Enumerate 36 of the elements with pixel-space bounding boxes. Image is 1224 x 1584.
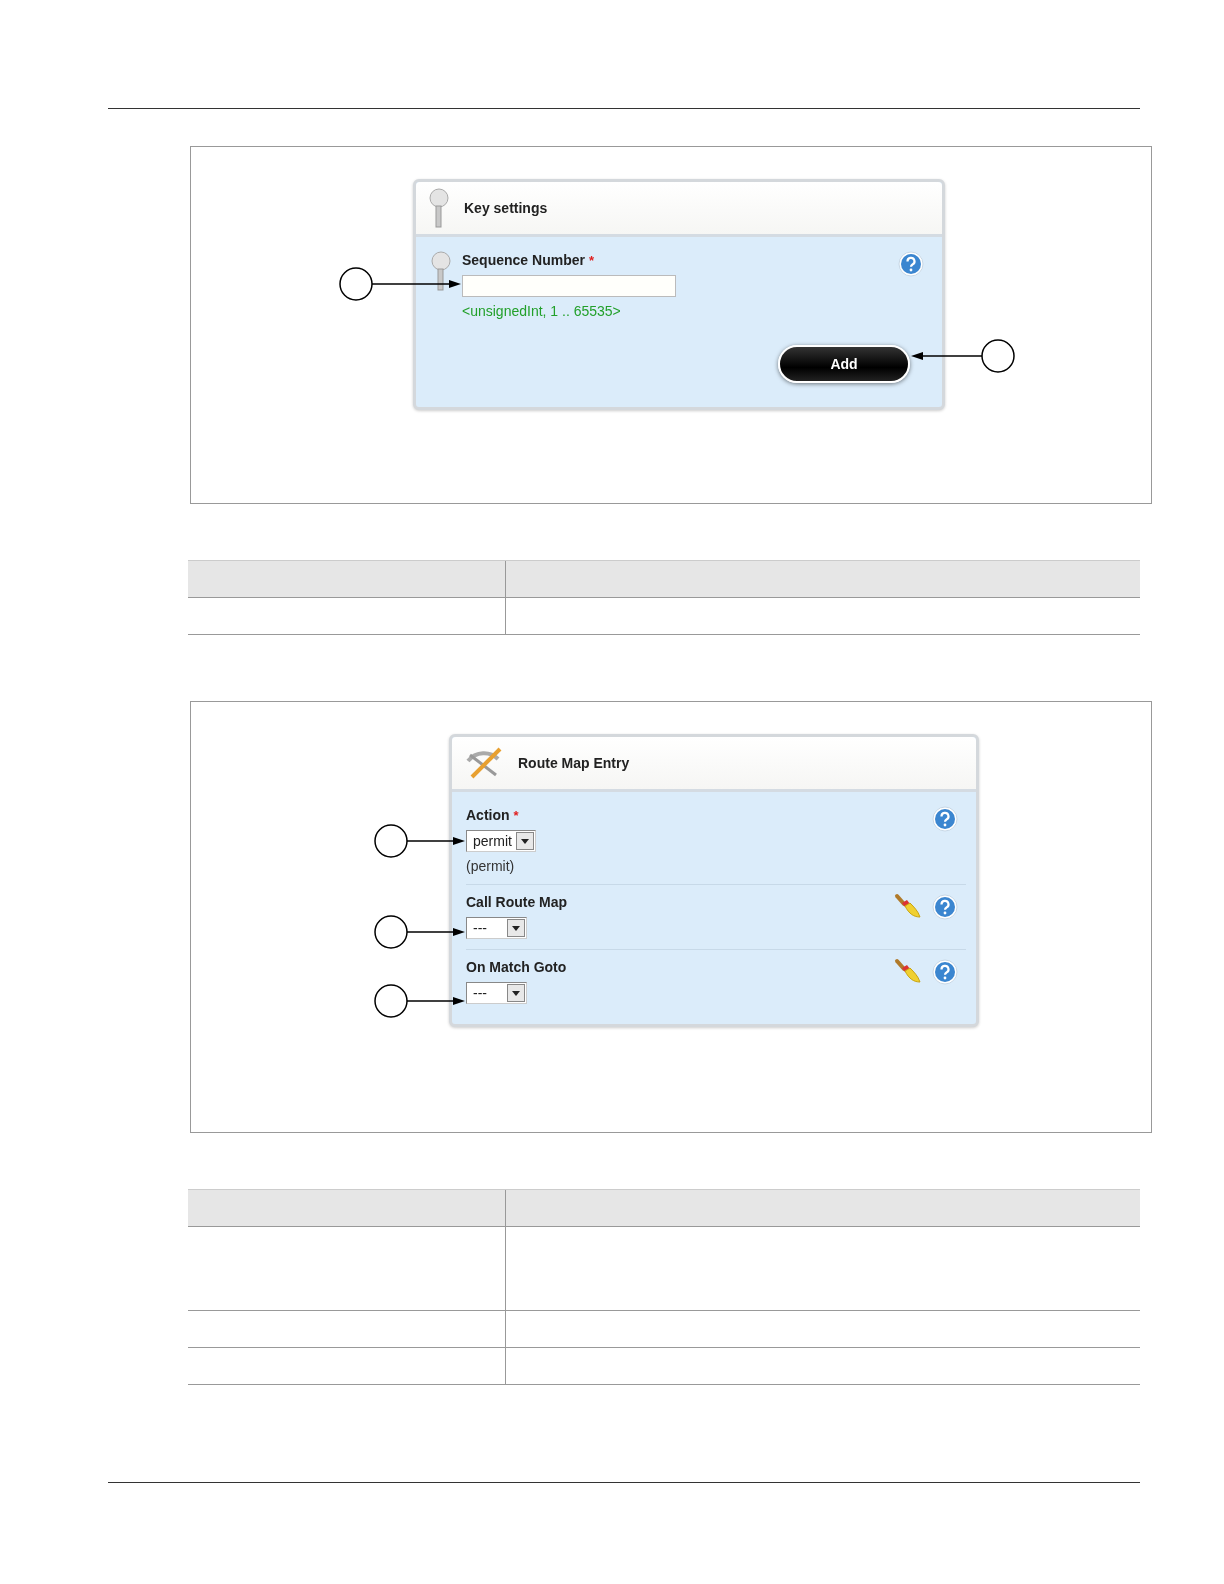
- callout-circle: [339, 267, 373, 301]
- input-field[interactable]: [462, 275, 676, 297]
- help-icon[interactable]: [932, 806, 958, 832]
- caret-icon: [512, 925, 520, 931]
- help-icon[interactable]: [932, 959, 958, 985]
- panel-title: Route Map Entry: [518, 755, 630, 771]
- field-hint: (permit): [466, 858, 516, 874]
- caret-icon: [520, 838, 529, 844]
- callout-circle: [981, 339, 1015, 373]
- field-hint: <unsignedInt, 1 .. 65535>: [462, 303, 622, 319]
- required-mark: *: [513, 808, 519, 823]
- panel-title: Key settings: [464, 200, 548, 216]
- broom-icon[interactable]: [894, 893, 922, 921]
- callout-arrow: [406, 928, 465, 936]
- callout-arrow: [406, 837, 465, 845]
- key-icon: [430, 251, 452, 291]
- field-label: On Match Goto: [466, 959, 567, 975]
- field-label: Sequence Number: [462, 252, 585, 268]
- add-button[interactable]: Add: [778, 345, 910, 383]
- caret-icon: [512, 990, 520, 996]
- select-field[interactable]: ---: [466, 917, 527, 939]
- help-icon[interactable]: [898, 251, 924, 277]
- callout-circle: [374, 984, 408, 1018]
- key-icon: [428, 188, 450, 228]
- callout-arrow: [406, 997, 465, 1005]
- broom-icon[interactable]: [894, 958, 922, 986]
- select-field[interactable]: ---: [466, 982, 527, 1004]
- field-label: Call Route Map: [466, 894, 568, 910]
- tools-icon: [464, 745, 504, 781]
- select-field[interactable]: permit: [466, 830, 536, 852]
- callout-circle: [374, 915, 408, 949]
- field-label: Action: [466, 807, 510, 823]
- help-icon[interactable]: [932, 894, 958, 920]
- required-mark: *: [588, 253, 594, 268]
- callout-arrow: [911, 352, 983, 360]
- callout-circle: [374, 824, 408, 858]
